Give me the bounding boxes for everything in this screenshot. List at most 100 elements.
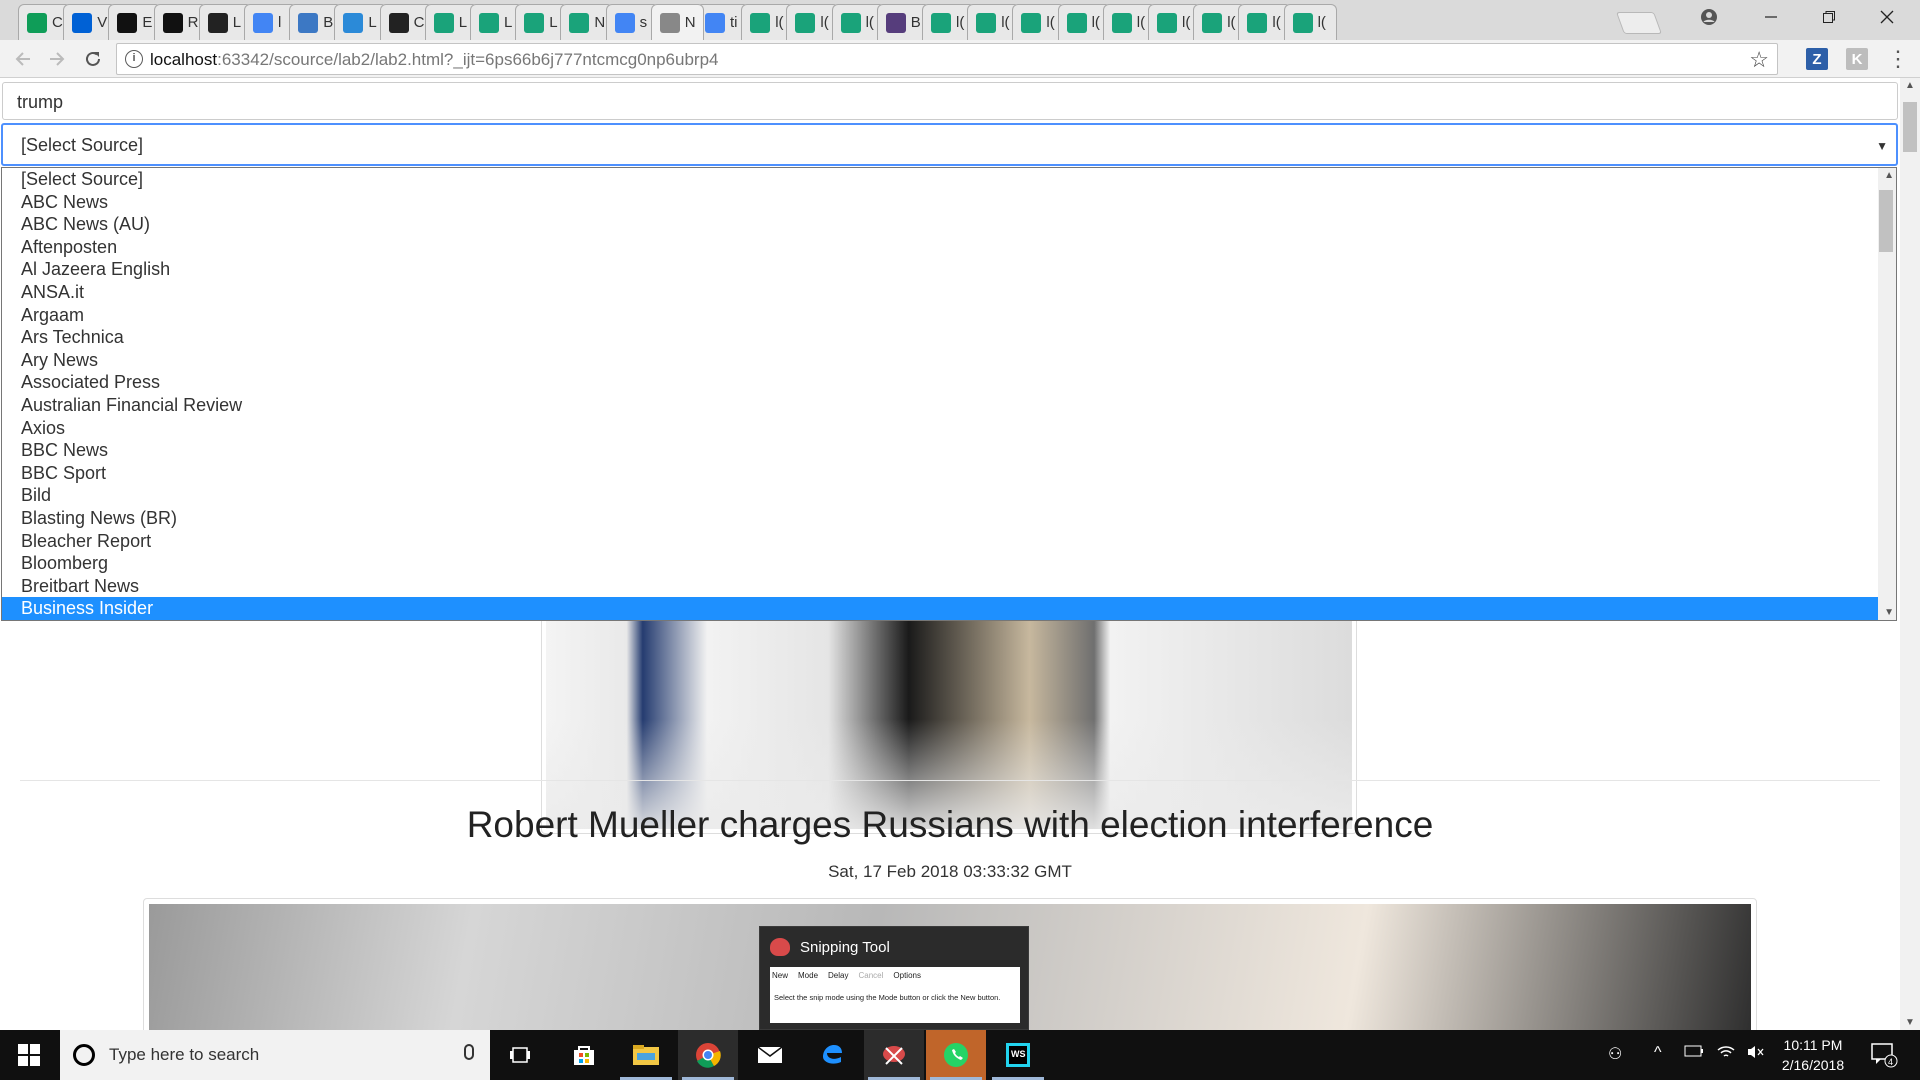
search-input[interactable]: trump	[2, 82, 1898, 120]
close-window-icon[interactable]	[1858, 0, 1916, 34]
source-option[interactable]: Associated Press	[2, 371, 1879, 394]
taskbar-search[interactable]: Type here to search	[60, 1030, 490, 1080]
back-icon[interactable]	[8, 44, 38, 74]
sheets-icon	[27, 12, 47, 33]
webstorm-icon	[976, 12, 997, 33]
scroll-down-icon[interactable]: ▼	[1905, 1017, 1915, 1028]
chrome-icon[interactable]	[678, 1030, 738, 1080]
scroll-down-icon[interactable]: ▼	[1884, 607, 1894, 618]
article-headline: Robert Mueller charges Russians with ele…	[466, 804, 1434, 845]
profile-icon[interactable]	[1680, 0, 1738, 34]
webstorm-icon[interactable]: WS	[988, 1030, 1048, 1080]
snip-delay-button[interactable]: Delay	[828, 971, 848, 980]
source-option[interactable]: Al Jazeera English	[2, 258, 1879, 281]
source-option[interactable]: Breitbart News	[2, 575, 1879, 598]
cortana-icon	[73, 1044, 95, 1066]
windows-start-icon[interactable]	[0, 1030, 58, 1080]
file-explorer-icon[interactable]	[616, 1030, 676, 1080]
source-option[interactable]: Axios	[2, 417, 1879, 440]
source-option[interactable]: Business Insider	[2, 597, 1879, 620]
source-option[interactable]: Ars Technica	[2, 326, 1879, 349]
wifi-icon[interactable]	[1716, 1044, 1736, 1065]
svg-text:4: 4	[1888, 1057, 1893, 1067]
notifications-icon[interactable]: 4	[1870, 1040, 1898, 1073]
scroll-up-icon[interactable]: ▲	[1905, 80, 1915, 91]
dropdown-scrollbar[interactable]: ▲ ▼	[1878, 168, 1896, 620]
snipping-tool-window[interactable]: Snipping Tool New Mode Delay Cancel Options …	[759, 926, 1029, 1030]
drop-icon	[343, 12, 364, 33]
bookmark-star-icon[interactable]: ☆	[1749, 47, 1769, 73]
page-scroll-thumb[interactable]	[1903, 102, 1917, 152]
system-clock[interactable]: 10:11 PM 2/16/2018	[1768, 1035, 1858, 1075]
source-option[interactable]: ABC News	[2, 191, 1879, 214]
source-option[interactable]: ANSA.it	[2, 281, 1879, 304]
new-tab-button[interactable]	[1615, 12, 1663, 34]
source-option[interactable]: [Select Source]	[2, 168, 1879, 191]
source-option[interactable]: Australian Financial Review	[2, 394, 1879, 417]
store-icon[interactable]	[554, 1030, 614, 1080]
tab-strip: CVERLlBLCLLLNsN×til(l(l(Bl(l(l(l(l(l(l(l…	[0, 0, 1920, 40]
box-icon	[72, 12, 93, 33]
source-dropdown-list[interactable]: [Select Source] ABC News ABC News (AU) Afte…	[1, 167, 1897, 621]
snip-new-button[interactable]: New	[772, 971, 788, 980]
tab-label: ti	[730, 14, 738, 31]
extension-k-icon[interactable]: K	[1846, 48, 1868, 70]
source-option[interactable]: Bleacher Report	[2, 530, 1879, 553]
people-icon[interactable]: ⚇	[1608, 1044, 1622, 1064]
tab-label: l(	[956, 14, 965, 31]
tab-14[interactable]: N×	[650, 4, 704, 40]
address-bar[interactable]: i localhost:63342/scource/lab2/lab2.html…	[116, 43, 1778, 75]
source-option[interactable]: Argaam	[2, 304, 1879, 327]
source-option[interactable]: BBC Sport	[2, 462, 1879, 485]
tab-label: C	[413, 14, 425, 31]
microphone-icon[interactable]	[464, 1044, 474, 1060]
source-option[interactable]: Bloomberg	[2, 552, 1879, 575]
zotero-extension-icon[interactable]: Z	[1806, 48, 1828, 70]
tab-label: l(	[1182, 14, 1191, 31]
mail-icon[interactable]	[740, 1030, 800, 1080]
tab-28[interactable]: l(	[1283, 4, 1337, 40]
source-option[interactable]: ABC News (AU)	[2, 213, 1879, 236]
source-option[interactable]: Aftenposten	[2, 236, 1879, 259]
task-view-icon[interactable]	[490, 1030, 550, 1080]
divider	[20, 780, 1880, 781]
menu-kebab-icon[interactable]: ⋮	[1883, 44, 1913, 74]
google-icon	[705, 12, 725, 33]
snipping-tool-taskbar-icon[interactable]	[864, 1030, 924, 1080]
source-option[interactable]: Bild	[2, 484, 1879, 507]
dropdown-scroll-thumb[interactable]	[1879, 190, 1893, 252]
tab-label: B	[323, 14, 334, 31]
close-tab-icon[interactable]: ×	[703, 14, 704, 32]
chevron-up-icon[interactable]: ^	[1654, 1044, 1662, 1062]
forward-icon[interactable]	[42, 44, 72, 74]
source-option[interactable]: Ary News	[2, 349, 1879, 372]
tab-label: l	[278, 14, 282, 31]
snip-cancel-button[interactable]: Cancel	[858, 971, 883, 980]
restore-icon[interactable]	[1800, 0, 1858, 34]
whatsapp-icon[interactable]	[926, 1030, 986, 1080]
tab-label: l(	[775, 14, 784, 31]
tab-label: N	[684, 14, 696, 31]
tab-label: B	[910, 14, 921, 31]
source-option[interactable]: Blasting News (BR)	[2, 507, 1879, 530]
snip-options-button[interactable]: Options	[893, 971, 921, 980]
webstorm-icon	[1247, 12, 1268, 33]
volume-muted-icon[interactable]	[1746, 1044, 1766, 1065]
source-select[interactable]: [Select Source] ▼	[1, 123, 1898, 166]
webstorm-icon	[750, 12, 771, 33]
snipping-tool-title: Snipping Tool	[800, 939, 890, 956]
snipping-tool-help: Select the snip mode using the Mode butt…	[774, 993, 1001, 1002]
source-option[interactable]: BBC News	[2, 439, 1879, 462]
scroll-up-icon[interactable]: ▲	[1884, 170, 1894, 181]
url-text: localhost:63342/scource/lab2/lab2.html?_…	[150, 50, 719, 69]
tab-label: E	[142, 14, 153, 31]
page-scrollbar[interactable]: ▲ ▼	[1900, 78, 1920, 1030]
snip-mode-button[interactable]: Mode	[798, 971, 818, 980]
minimize-icon[interactable]	[1742, 0, 1800, 34]
webstorm-icon	[569, 12, 590, 33]
battery-icon[interactable]	[1684, 1044, 1704, 1062]
edge-icon[interactable]	[802, 1030, 862, 1080]
reload-icon[interactable]	[78, 44, 108, 74]
info-icon[interactable]: i	[125, 50, 143, 68]
tab-label: L	[458, 14, 468, 31]
